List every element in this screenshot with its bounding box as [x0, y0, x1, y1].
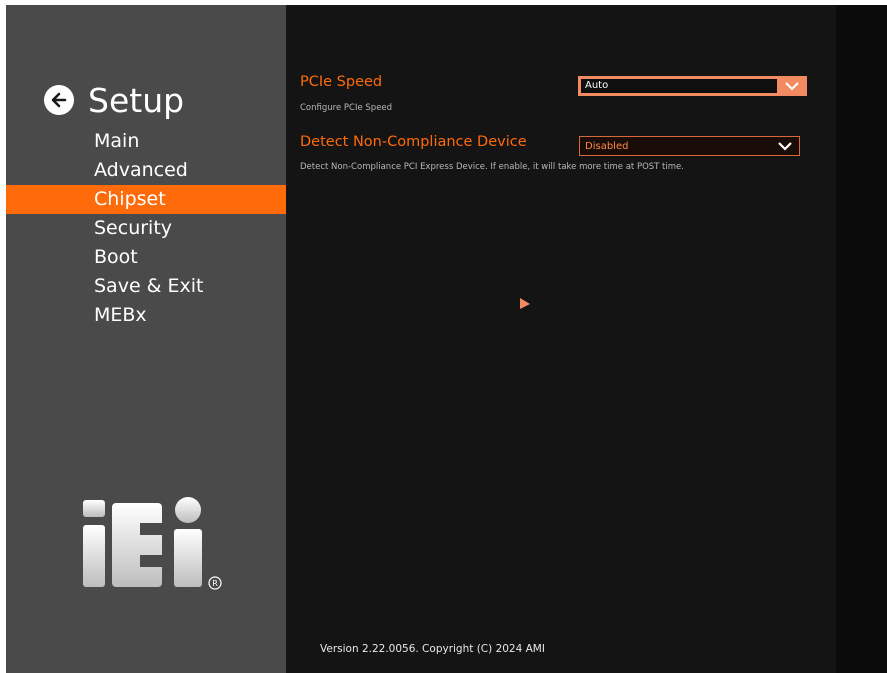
detect-non-compliance-label: Detect Non-Compliance Device: [300, 134, 527, 150]
setup-title: Setup: [88, 80, 185, 120]
sidebar-item-advanced[interactable]: Advanced: [6, 156, 286, 185]
pcie-speed-label: PCIe Speed: [300, 74, 383, 90]
sidebar-item-security[interactable]: Security: [6, 214, 286, 243]
version-text: Version 2.22.0056. Copyright (C) 2024 AM…: [320, 643, 545, 655]
sidebar-menu: Main Advanced Chipset Security Boot Save…: [6, 127, 286, 330]
back-button[interactable]: Setup: [44, 78, 184, 122]
sidebar-item-chipset[interactable]: Chipset: [6, 185, 286, 214]
detect-non-compliance-value: Disabled: [585, 140, 629, 152]
sidebar-item-main[interactable]: Main: [6, 127, 286, 156]
pcie-speed-select[interactable]: Auto: [578, 76, 807, 96]
registered-mark: R: [212, 579, 218, 588]
chevron-down-icon[interactable]: [771, 141, 799, 151]
chevron-down-icon[interactable]: [777, 81, 807, 91]
sidebar-item-mebx[interactable]: MEBx: [6, 301, 286, 330]
detect-non-compliance-select[interactable]: Disabled: [579, 136, 800, 156]
bios-screen: Setup Main Advanced Chipset Security Boo…: [6, 5, 887, 673]
content-panel: PCIe Speed Configure PCIe Speed Auto Det…: [286, 5, 836, 673]
arrow-left-icon[interactable]: [44, 85, 74, 115]
mouse-cursor-icon: [520, 298, 530, 309]
right-edge: [836, 5, 887, 673]
sidebar: Setup Main Advanced Chipset Security Boo…: [6, 5, 286, 673]
pcie-speed-value: Auto: [581, 79, 777, 93]
sidebar-item-save-exit[interactable]: Save & Exit: [6, 272, 286, 301]
sidebar-item-boot[interactable]: Boot: [6, 243, 286, 272]
iei-logo: R: [83, 497, 222, 590]
detect-non-compliance-help: Detect Non-Compliance PCI Express Device…: [300, 162, 684, 172]
pcie-speed-help: Configure PCIe Speed: [300, 103, 393, 113]
